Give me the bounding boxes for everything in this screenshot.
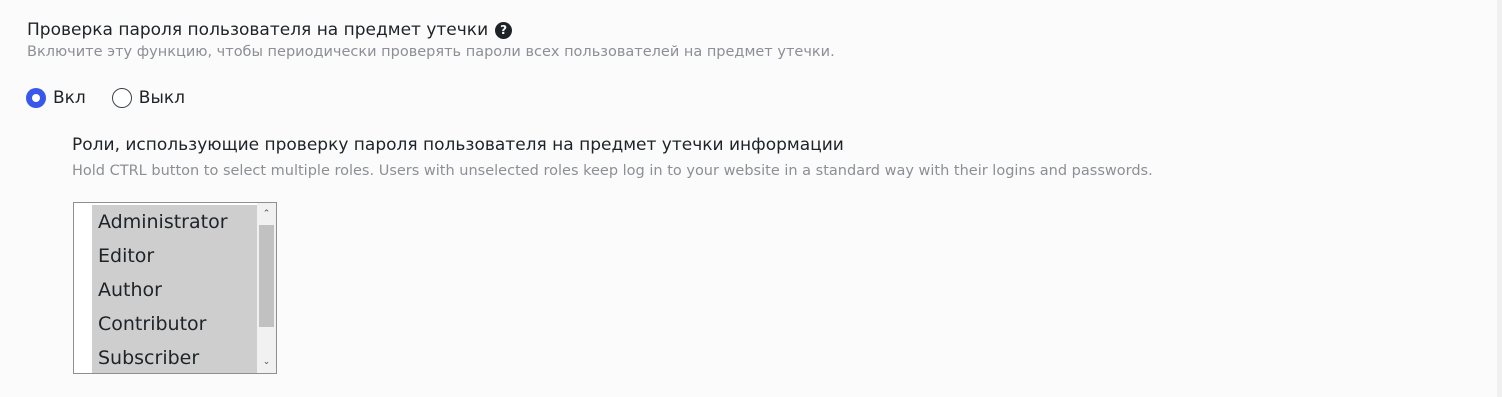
radio-option-on[interactable]: Вкл: [26, 88, 86, 108]
radio-on-button[interactable]: [26, 88, 46, 108]
leak-check-title: Проверка пароля пользователя на предмет …: [27, 20, 489, 40]
leak-check-toggle-group: Вкл Выкл: [26, 84, 211, 112]
leak-check-description: Включите эту функцию, чтобы периодически…: [27, 44, 835, 60]
leak-check-header: Проверка пароля пользователя на предмет …: [27, 17, 513, 43]
chevron-down-icon[interactable]: ⌄: [257, 353, 276, 371]
role-option-author[interactable]: Author: [92, 273, 257, 307]
role-option-administrator[interactable]: Administrator: [92, 205, 257, 239]
page-scroll-edge: [1497, 0, 1502, 397]
role-option-subscriber[interactable]: Subscriber: [92, 341, 257, 373]
radio-off-label: Выкл: [138, 88, 186, 108]
radio-option-off[interactable]: Выкл: [111, 88, 186, 108]
chevron-up-icon[interactable]: ⌃: [257, 205, 276, 223]
roles-description: Hold CTRL button to select multiple role…: [72, 163, 1153, 179]
help-icon[interactable]: ?: [495, 21, 513, 39]
roles-scrollbar[interactable]: ⌃ ⌄: [257, 203, 276, 373]
roles-multiselect[interactable]: Administrator Editor Author Contributor …: [73, 202, 277, 374]
radio-off-button[interactable]: [111, 88, 132, 108]
role-option-editor[interactable]: Editor: [92, 239, 257, 273]
scrollbar-thumb[interactable]: [259, 225, 274, 327]
roles-options-list: Administrator Editor Author Contributor …: [92, 205, 257, 373]
radio-on-label: Вкл: [53, 88, 86, 108]
role-option-contributor[interactable]: Contributor: [92, 307, 257, 341]
roles-title: Роли, использующие проверку пароля польз…: [72, 135, 844, 155]
